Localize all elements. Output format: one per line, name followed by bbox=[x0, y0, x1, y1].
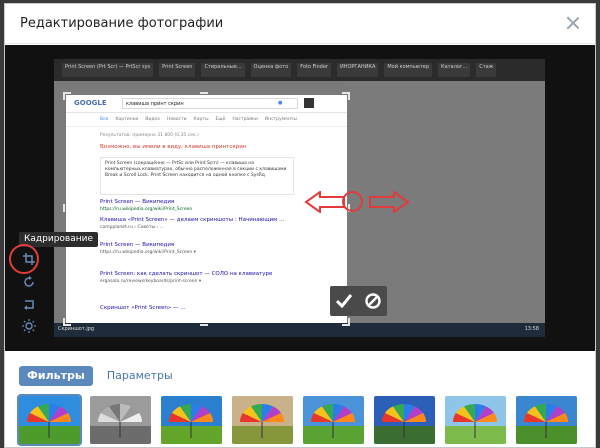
crop-handle-top-left[interactable] bbox=[63, 92, 71, 100]
close-icon[interactable] bbox=[565, 15, 581, 31]
browser-chrome: Print Screen (Prt Scr) — PrtScr sys Print… bbox=[54, 59, 545, 81]
taskbar: Скриншот.jpg 13:58 bbox=[54, 323, 545, 337]
taskbar-item: Скриншот.jpg bbox=[58, 326, 95, 332]
results-count: Результатов: примерно 31 800 (0,35 сек.) bbox=[100, 133, 199, 138]
result-snippet: compplanet.ru › Советы › ... bbox=[100, 225, 164, 230]
bookmark-item: Мой компьютер bbox=[384, 63, 433, 77]
filter-thumbnail[interactable] bbox=[374, 396, 435, 444]
crop-handle-bottom-right[interactable] bbox=[342, 318, 350, 326]
result-title: Скриншот «Print Screen» — ... bbox=[100, 305, 186, 311]
google-tab: Все bbox=[100, 117, 109, 122]
taskbar-time: 13:58 bbox=[524, 326, 539, 332]
bookmark-item: Print Screen (Prt Scr) — PrtScr sys bbox=[62, 63, 154, 77]
photo-editor-modal: Редактирование фотографии Print Screen (… bbox=[4, 3, 596, 448]
featured-snippet: Print Screen (сокращённо — PrtSc или Pri… bbox=[100, 157, 294, 195]
google-tab: Настройки bbox=[232, 117, 258, 122]
google-tab: Ещё bbox=[215, 117, 226, 122]
editor-area: Print Screen (Prt Scr) — PrtScr sys Print… bbox=[5, 45, 595, 351]
google-apps-icon bbox=[304, 98, 314, 108]
filter-thumbnails bbox=[17, 394, 593, 446]
filter-thumbnail[interactable] bbox=[17, 394, 82, 446]
result-snippet: ergosolo.ru/reviews/keyboards/print-scre… bbox=[100, 279, 202, 284]
modal-header: Редактирование фотографии bbox=[5, 4, 595, 44]
google-tab: Картинки bbox=[115, 117, 139, 122]
brightness-icon[interactable] bbox=[19, 316, 39, 336]
filter-thumbnail[interactable] bbox=[90, 396, 151, 444]
bookmark-item: Стаж bbox=[476, 63, 497, 77]
filter-thumbnail[interactable] bbox=[445, 396, 506, 444]
bookmarks-bar: Print Screen (Prt Scr) — PrtScr sys Print… bbox=[54, 63, 545, 77]
spelling-suggestion: Возможно, вы имели в виду: клавиша принт… bbox=[100, 144, 247, 150]
result-title: Клавиша «Print Screen» — делаем скриншот… bbox=[100, 217, 285, 223]
google-logo: GOOGLE bbox=[74, 99, 107, 107]
crop-icon[interactable] bbox=[19, 249, 39, 269]
filter-thumbnail[interactable] bbox=[161, 396, 222, 444]
rotate-icon[interactable] bbox=[19, 272, 39, 292]
tab-filters[interactable]: Фильтры bbox=[19, 366, 93, 386]
filter-thumbnail[interactable] bbox=[232, 396, 293, 444]
bookmark-item: Каталог... bbox=[438, 63, 471, 77]
bookmark-item: Foto Finder bbox=[297, 63, 331, 77]
circle-annotation bbox=[342, 191, 363, 212]
crop-handle-left[interactable] bbox=[63, 204, 71, 212]
photo-canvas[interactable]: Print Screen (Prt Scr) — PrtScr sys Print… bbox=[54, 59, 545, 337]
cancel-icon[interactable] bbox=[362, 290, 384, 312]
crop-handle-bottom[interactable] bbox=[200, 318, 208, 326]
crop-handle-top[interactable] bbox=[200, 92, 208, 100]
google-tab: Инструменты bbox=[264, 117, 297, 122]
check-icon[interactable] bbox=[333, 290, 355, 312]
featured-snippet-text: Print Screen (сокращённо — PrtSc или Pri… bbox=[105, 161, 287, 178]
crop-handle-top-right[interactable] bbox=[342, 92, 350, 100]
right-arrow-annotation bbox=[369, 191, 410, 213]
rotate-alt-icon[interactable] bbox=[19, 294, 39, 314]
bookmark-item: Оценка фото bbox=[250, 63, 292, 77]
tab-params[interactable]: Параметры bbox=[99, 366, 181, 386]
result-snippet: https://ru.wikipedia.org/wiki/Print_Scre… bbox=[100, 250, 196, 255]
google-search-box: клавиша принт скрин bbox=[122, 98, 298, 109]
mic-icon: ● bbox=[278, 100, 283, 106]
modal-title: Редактирование фотографии bbox=[20, 16, 224, 31]
google-tab: Видео bbox=[145, 117, 160, 122]
bookmark-item: ИНОРГАНИКА bbox=[336, 63, 379, 77]
result-title: Print Screen: как сделать скриншот — СОЛ… bbox=[100, 271, 273, 277]
google-tab: Карты bbox=[193, 117, 209, 122]
bookmark-item: Print Screen bbox=[159, 63, 196, 77]
crop-handle-bottom-left[interactable] bbox=[63, 318, 71, 326]
google-tab: Новости bbox=[166, 117, 187, 122]
filter-thumbnail[interactable] bbox=[516, 396, 577, 444]
crop-confirm-panel bbox=[330, 286, 387, 316]
left-arrow-annotation bbox=[304, 191, 345, 213]
filter-thumbnail[interactable] bbox=[303, 396, 364, 444]
editor-tabs: Фильтры Параметры bbox=[19, 366, 181, 386]
featured-snippet-url: https://ru.wikipedia.org/wiki/Print_Scre… bbox=[100, 207, 193, 212]
featured-snippet-link: Print Screen — Википедия bbox=[100, 199, 175, 205]
google-tabs: Все Картинки Видео Новости Карты Ещё Настройки… bbox=[66, 113, 347, 127]
result-title: Print Screen — Википедия bbox=[100, 242, 175, 248]
bookmark-item: Стиральные... bbox=[201, 63, 245, 77]
